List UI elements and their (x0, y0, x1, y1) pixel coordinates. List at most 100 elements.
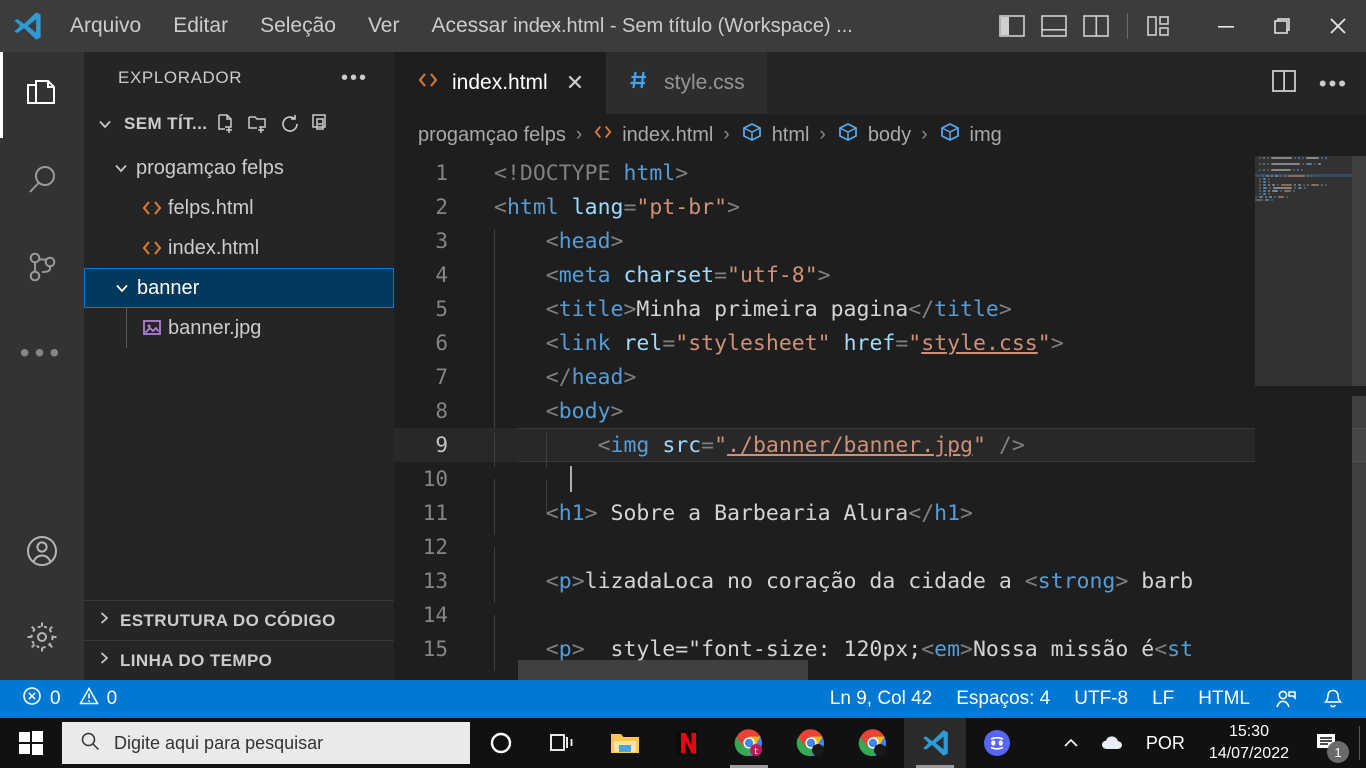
window-maximize-button[interactable] (1254, 0, 1310, 52)
minimap-slider[interactable] (1255, 156, 1352, 386)
code-line[interactable]: 5 <title>Minha primeira pagina</title> (394, 292, 1366, 331)
menu-bar: Arquivo Editar Seleção Ver Acessar ··· (54, 0, 578, 52)
show-desktop-button[interactable] (1359, 726, 1360, 760)
tab-index-html[interactable]: index.html ✕ (394, 52, 607, 114)
taskbar-chrome-2[interactable] (780, 718, 842, 768)
taskbar-chrome-3[interactable] (842, 718, 904, 768)
menu-selecao[interactable]: Seleção (244, 0, 352, 52)
window-close-button[interactable] (1310, 0, 1366, 52)
workspace-section-header[interactable]: SEM TÍT... (84, 104, 394, 144)
explorer-more-icon[interactable]: ••• (341, 68, 368, 88)
code-line[interactable]: 8 <body> (394, 394, 1366, 433)
code-line[interactable]: 12 (394, 530, 1366, 581)
collapse-all-icon[interactable] (311, 113, 333, 135)
tree-file-banner-jpg[interactable]: banner.jpg (84, 308, 394, 348)
taskbar-search-box[interactable]: Digite aqui para pesquisar (62, 722, 470, 764)
code-line[interactable]: 13 <p>lizadaLoca no coração da cidade a … (394, 564, 1366, 603)
editor-horizontal-scrollbar[interactable] (518, 660, 808, 680)
status-cursor-position[interactable]: Ln 9, Col 42 (818, 680, 944, 718)
section-label: LINHA DO TEMPO (120, 650, 273, 670)
close-icon[interactable]: ✕ (566, 70, 584, 96)
editor-vertical-scrollbar[interactable] (1352, 156, 1366, 686)
chevron-up-icon[interactable] (1052, 718, 1090, 768)
status-eol[interactable]: LF (1140, 680, 1186, 718)
activity-search[interactable] (0, 138, 84, 224)
taskbar-discord[interactable] (966, 718, 1028, 768)
breadcrumb-separator: › (575, 124, 583, 145)
status-language-mode[interactable]: HTML (1186, 680, 1262, 718)
menu-ver[interactable]: Ver (352, 0, 416, 52)
code-line-content: <h1> Sobre a Barbearia Alura</h1> (470, 500, 973, 535)
customize-layout-icon[interactable] (1142, 0, 1176, 52)
action-center-icon[interactable]: 1 (1303, 718, 1351, 768)
scrollbar-thumb-lower[interactable] (1352, 396, 1366, 686)
section-timeline[interactable]: LINHA DO TEMPO (84, 640, 394, 680)
status-live-share[interactable] (1262, 680, 1310, 718)
code-line[interactable]: 14 (394, 598, 1366, 649)
code-token[interactable]: ./banner/banner.jpg (727, 433, 973, 458)
code-token: lizadaLoca no coração da cidade a (584, 568, 1025, 594)
taskbar-task-view[interactable] (532, 718, 594, 768)
activity-explorer[interactable] (0, 52, 84, 138)
minimap[interactable] (1255, 156, 1352, 680)
taskbar-file-explorer[interactable] (594, 718, 656, 768)
code-token[interactable]: style.css (921, 331, 1038, 356)
taskbar-cortana[interactable] (470, 718, 532, 768)
breadcrumb-item-folder[interactable]: progamçao felps (418, 124, 566, 147)
status-problems[interactable]: 0 0 (0, 680, 129, 718)
tree-file-index-html[interactable]: index.html (84, 228, 394, 268)
new-folder-icon[interactable] (247, 113, 269, 135)
code-line[interactable]: 9 <img src="./banner/banner.jpg" /> (394, 428, 1366, 467)
activity-more[interactable]: ••• (0, 310, 84, 396)
taskbar-vscode[interactable] (904, 718, 966, 768)
activity-source-control[interactable] (0, 224, 84, 310)
code-editor[interactable]: 1 <!DOCTYPE html> 2 <html lang="pt-br"> 3 <h… (394, 156, 1366, 680)
status-notifications[interactable] (1310, 680, 1366, 718)
code-line[interactable]: 7 </head> (394, 360, 1366, 399)
windows-start-icon[interactable] (0, 718, 62, 768)
status-indentation[interactable]: Espaços: 4 (944, 680, 1062, 718)
new-file-icon[interactable] (215, 113, 237, 135)
html-file-icon (136, 238, 168, 258)
taskbar-clock[interactable]: 15:30 14/07/2022 (1199, 721, 1299, 764)
activity-accounts[interactable] (0, 508, 84, 594)
code-line[interactable]: 6 <link rel="stylesheet" href="style.css… (394, 326, 1366, 365)
window-minimize-button[interactable] (1198, 0, 1254, 52)
tab-style-css[interactable]: style.css (606, 52, 767, 114)
code-line[interactable]: 1 <!DOCTYPE html> (394, 156, 1366, 190)
toggle-panel-icon[interactable] (1037, 0, 1071, 52)
menu-more[interactable]: ··· (523, 0, 578, 52)
breadcrumb-item-html[interactable]: html (740, 121, 809, 149)
onedrive-cloud-icon[interactable] (1094, 718, 1132, 768)
toggle-primary-sidebar-icon[interactable] (995, 0, 1029, 52)
more-actions-icon[interactable]: ••• (1319, 72, 1348, 94)
tree-folder-banner[interactable]: banner (84, 268, 394, 308)
code-token: st (1167, 636, 1194, 662)
code-line[interactable]: 3 <head> (394, 224, 1366, 263)
tree-file-felps-html[interactable]: felps.html (84, 188, 394, 228)
refresh-icon[interactable] (279, 113, 301, 135)
taskbar-chrome-1[interactable]: t (718, 718, 780, 768)
status-encoding[interactable]: UTF-8 (1062, 680, 1140, 718)
tray-language[interactable]: POR (1136, 733, 1195, 754)
tree-folder-progamcao-felps[interactable]: progamçao felps (84, 148, 394, 188)
breadcrumb-item-body[interactable]: body (836, 121, 911, 149)
taskbar-netflix[interactable] (656, 718, 718, 768)
code-token: title (934, 296, 999, 322)
code-line[interactable]: 11 <h1> Sobre a Barbearia Alura</h1> (394, 496, 1366, 535)
code-line[interactable]: 10 (394, 462, 1366, 513)
toggle-secondary-sidebar-icon[interactable] (1079, 0, 1113, 52)
breadcrumb-item-img[interactable]: img (938, 121, 1002, 149)
code-line[interactable]: 4 <meta charset="utf-8"> (394, 258, 1366, 297)
activity-settings[interactable] (0, 594, 84, 680)
menu-editar[interactable]: Editar (157, 0, 244, 52)
section-outline[interactable]: ESTRUTURA DO CÓDIGO (84, 600, 394, 640)
menu-arquivo[interactable]: Arquivo (54, 0, 157, 52)
split-editor-icon[interactable] (1271, 69, 1297, 98)
code-line[interactable]: 2 <html lang="pt-br"> (394, 190, 1366, 224)
menu-acessar[interactable]: Acessar (415, 0, 523, 52)
scrollbar-thumb[interactable] (1352, 156, 1366, 386)
code-token: > (1050, 330, 1064, 356)
breadcrumb-item-file[interactable]: index.html (592, 123, 713, 147)
